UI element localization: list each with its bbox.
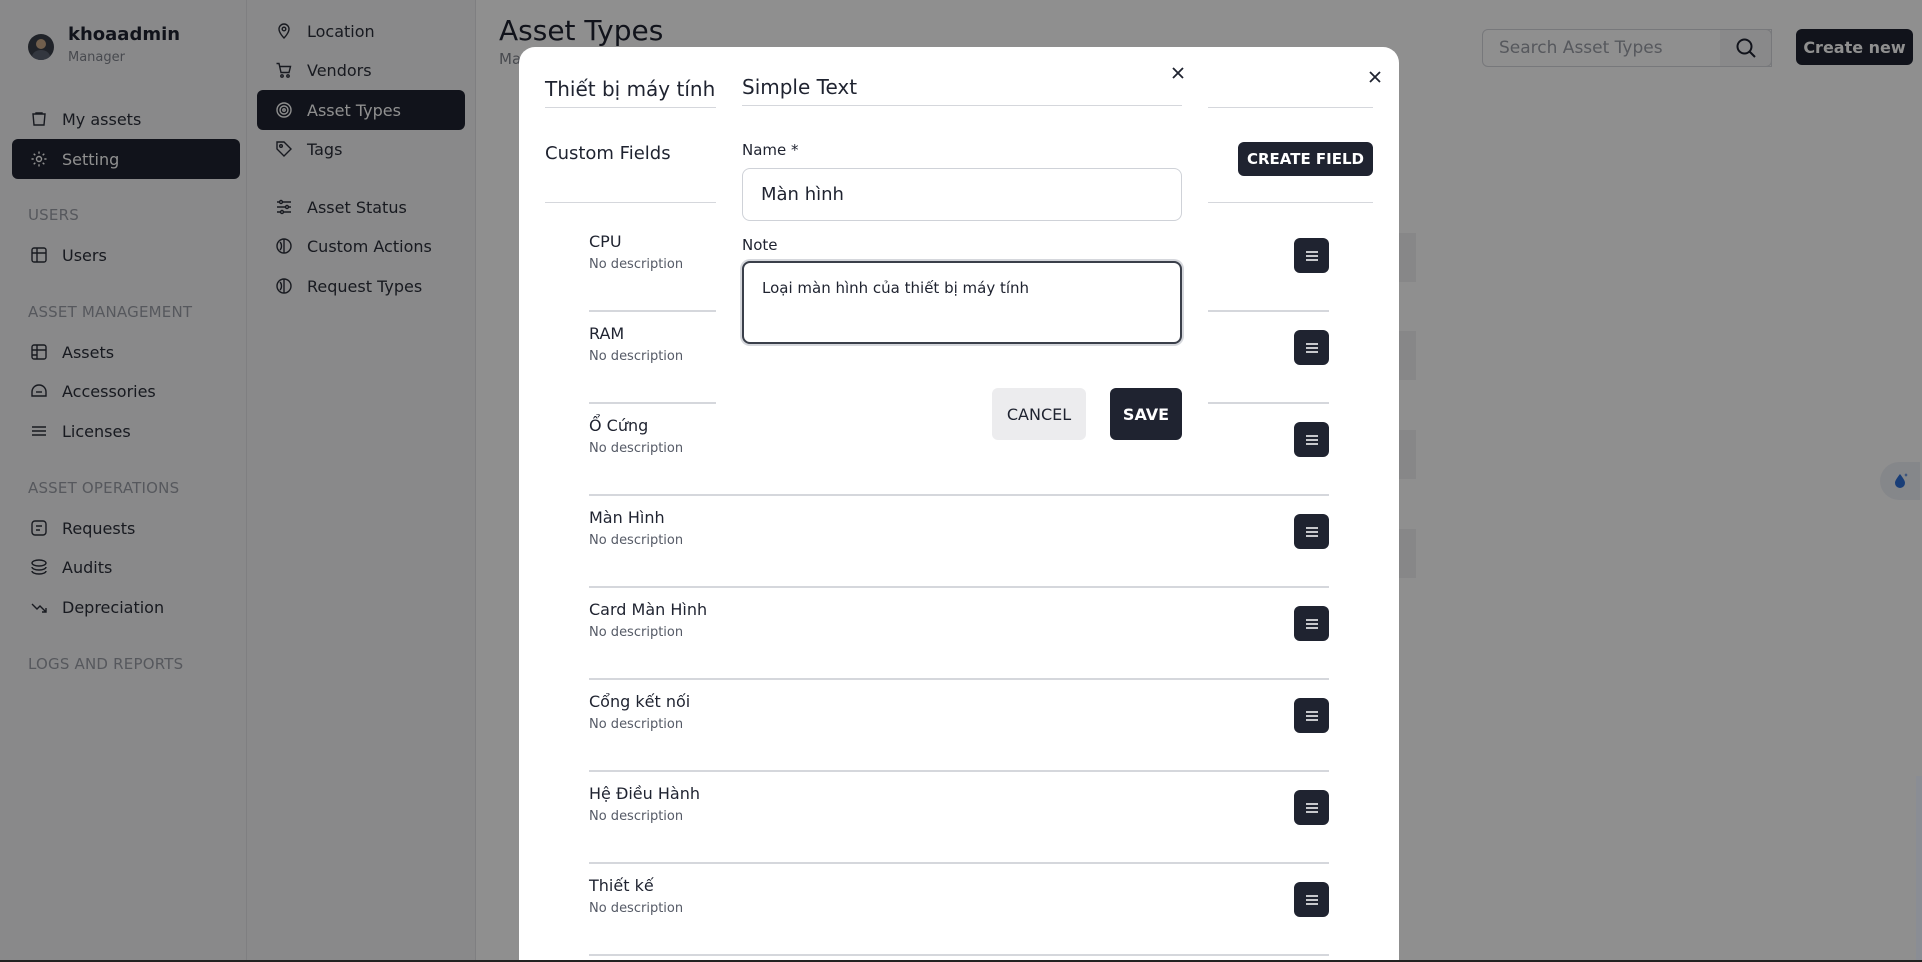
divider (742, 105, 1182, 106)
field-name: CPU (589, 232, 622, 251)
field-description: No description (589, 441, 684, 456)
field-name: Cổng kết nối (589, 692, 691, 711)
menu-icon (1305, 434, 1318, 445)
panel-title: Thiết bị máy tính (545, 77, 716, 101)
field-menu-button[interactable] (1294, 698, 1329, 733)
custom-field-row: Màn Hình No description (589, 496, 1329, 588)
close-icon (1172, 67, 1184, 79)
menu-icon (1305, 526, 1318, 537)
field-name: Màn Hình (589, 508, 665, 527)
field-menu-button[interactable] (1294, 514, 1329, 549)
save-button[interactable]: SAVE (1110, 388, 1182, 440)
field-name: Ổ Cứng (589, 416, 649, 435)
dialog-close-button[interactable] (1164, 59, 1192, 87)
custom-field-row: Hệ Điều Hành No description (589, 772, 1329, 864)
field-description: No description (589, 257, 684, 272)
menu-icon (1305, 894, 1318, 905)
field-menu-button[interactable] (1294, 238, 1329, 273)
field-description: No description (589, 625, 684, 640)
menu-icon (1305, 710, 1318, 721)
note-field[interactable]: Loại màn hình của thiết bị máy tính (742, 261, 1182, 344)
field-name: RAM (589, 324, 625, 343)
field-description: No description (589, 901, 684, 916)
simple-text-dialog: Simple Text Name * Note Loại màn hình củ… (716, 47, 1208, 467)
custom-fields-title: Custom Fields (545, 143, 671, 164)
field-description: No description (589, 809, 684, 824)
page-scrollbar[interactable] (1916, 776, 1922, 962)
field-name: Thiết kế (589, 876, 654, 895)
note-label: Note (742, 236, 778, 254)
cancel-button[interactable]: CANCEL (992, 388, 1086, 440)
custom-field-row: Thiết kế No description (589, 864, 1329, 956)
panel-close-button[interactable] (1361, 63, 1389, 91)
menu-icon (1305, 342, 1318, 353)
field-menu-button[interactable] (1294, 422, 1329, 457)
custom-field-row: Cổng kết nối No description (589, 680, 1329, 772)
field-description: No description (589, 533, 684, 548)
field-name: Hệ Điều Hành (589, 784, 700, 803)
menu-icon (1305, 618, 1318, 629)
menu-icon (1305, 802, 1318, 813)
menu-icon (1305, 250, 1318, 261)
field-description: No description (589, 717, 684, 732)
field-menu-button[interactable] (1294, 606, 1329, 641)
field-name: Card Màn Hình (589, 600, 708, 619)
dialog-title: Simple Text (742, 75, 858, 99)
close-icon (1369, 71, 1381, 83)
create-field-button[interactable]: CREATE FIELD (1238, 142, 1373, 176)
field-menu-button[interactable] (1294, 330, 1329, 365)
name-label: Name * (742, 141, 799, 159)
field-description: No description (589, 349, 684, 364)
custom-field-row: Card Màn Hình No description (589, 588, 1329, 680)
name-field[interactable] (742, 168, 1182, 221)
field-menu-button[interactable] (1294, 790, 1329, 825)
field-menu-button[interactable] (1294, 882, 1329, 917)
